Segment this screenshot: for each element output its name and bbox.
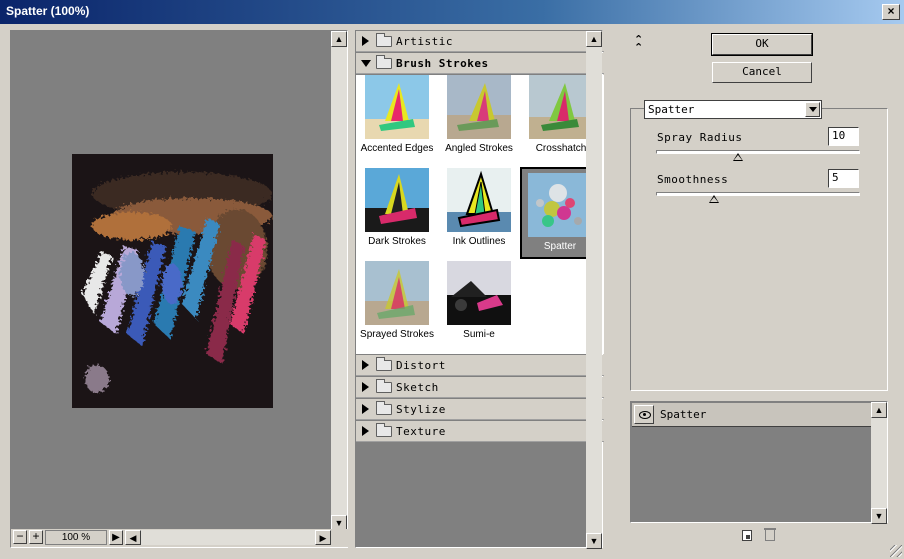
zoom-in-button[interactable]: +: [29, 530, 43, 544]
thumbnail-image: [365, 261, 429, 325]
zoom-menu-arrow[interactable]: ▶: [109, 530, 123, 545]
filter-thumb-accented-edges[interactable]: Accented Edges: [357, 75, 437, 154]
effect-layer-label: Spatter: [660, 408, 707, 421]
layers-vertical-scrollbar[interactable]: ▲ ▼: [871, 402, 887, 524]
effect-layers-panel: Spatter ▲ ▼: [630, 401, 888, 524]
filter-select-value: Spatter: [648, 103, 695, 116]
preview-vertical-scrollbar[interactable]: ▲ ▼: [331, 31, 347, 531]
folder-icon: [376, 423, 392, 437]
category-label: Artistic: [396, 35, 453, 48]
scroll-up-button[interactable]: ▲: [586, 31, 602, 47]
smoothness-slider[interactable]: [656, 192, 860, 196]
window-title: Spatter (100%): [6, 4, 90, 18]
filter-label: Ink Outlines: [452, 236, 506, 247]
filter-thumb-sumi-e[interactable]: Sumi-e: [439, 261, 519, 340]
new-layer-icon[interactable]: [742, 530, 752, 541]
ok-button[interactable]: OK: [711, 33, 813, 56]
zoom-out-button[interactable]: −: [13, 530, 27, 544]
filter-thumb-sprayed-strokes[interactable]: Sprayed Strokes: [357, 261, 437, 340]
spray-radius-slider-thumb[interactable]: [732, 153, 743, 161]
close-icon: ×: [887, 4, 895, 18]
scroll-right-button[interactable]: ▶: [315, 530, 331, 545]
filter-thumb-angled-strokes[interactable]: Angled Strokes: [439, 75, 519, 154]
preview-zoom-bar: − + 100 % ▶ ◀ ▶: [11, 529, 349, 547]
folder-icon: [376, 33, 392, 47]
thumbnail-image: [447, 75, 511, 139]
filter-label: Dark Strokes: [368, 236, 426, 247]
scroll-up-button[interactable]: ▲: [331, 31, 347, 47]
scroll-down-button[interactable]: ▼: [871, 508, 887, 524]
cancel-button[interactable]: Cancel: [712, 62, 812, 83]
folder-icon: [376, 379, 392, 393]
filter-thumb-dark-strokes[interactable]: Dark Strokes: [357, 168, 437, 247]
scroll-up-button[interactable]: ▲: [871, 402, 887, 418]
browser-vertical-scrollbar[interactable]: ▲ ▼: [586, 31, 602, 549]
category-stylize[interactable]: Stylize: [356, 399, 604, 420]
scroll-left-button[interactable]: ◀: [125, 530, 141, 545]
spray-radius-label: Spray Radius: [657, 131, 743, 144]
folder-icon: [376, 401, 392, 415]
category-label: Texture: [396, 425, 446, 438]
thumbnail-image: [447, 168, 511, 232]
thumbnail-image: [365, 75, 429, 139]
effect-layer-row[interactable]: Spatter: [632, 403, 871, 427]
category-artistic[interactable]: Artistic: [356, 31, 604, 52]
collapse-icon[interactable]: ⌃ ⌃: [634, 35, 643, 54]
category-brush-strokes[interactable]: Brush Strokes: [356, 53, 604, 74]
smoothness-input[interactable]: 5: [828, 169, 859, 188]
filter-thumb-ink-outlines[interactable]: Ink Outlines: [439, 168, 519, 247]
close-button[interactable]: ×: [882, 4, 900, 20]
preview-artwork: [72, 154, 273, 408]
filter-label: Sprayed Strokes: [360, 329, 434, 340]
preview-horizontal-scrollbar[interactable]: ◀ ▶: [125, 530, 331, 545]
thumbnail-image: [529, 75, 593, 139]
eye-icon[interactable]: [634, 405, 654, 424]
spray-radius-input[interactable]: 10: [828, 127, 859, 146]
expand-arrow-icon: [362, 360, 369, 370]
title-bar: Spatter (100%) ×: [0, 0, 904, 24]
folder-icon: [376, 357, 392, 371]
preview-image: [72, 154, 273, 408]
filter-label: Angled Strokes: [445, 143, 513, 154]
thumbnail-image: [447, 261, 511, 325]
category-label: Brush Strokes: [396, 57, 489, 70]
category-texture[interactable]: Texture: [356, 421, 604, 442]
chevron-down-icon[interactable]: [805, 102, 820, 117]
thumbnail-image: [365, 168, 429, 232]
spray-radius-slider[interactable]: [656, 150, 860, 154]
expand-arrow-icon: [362, 36, 369, 46]
category-label: Sketch: [396, 381, 439, 394]
filter-thumbnails: Accented Edges Angled Strokes Crosshatch…: [356, 75, 604, 354]
category-label: Stylize: [396, 403, 446, 416]
smoothness-slider-thumb[interactable]: [709, 195, 720, 203]
filter-select[interactable]: Spatter: [644, 100, 822, 119]
expand-arrow-icon: [362, 404, 369, 414]
filter-browser: Artistic Brush Strokes Accented Edges An…: [355, 30, 604, 549]
category-distort[interactable]: Distort: [356, 355, 604, 376]
resize-grip[interactable]: [890, 545, 902, 557]
preview-panel[interactable]: ▲ ▼ − + 100 % ▶ ◀ ▶: [10, 30, 349, 548]
filter-label: Accented Edges: [360, 143, 434, 154]
folder-icon: [376, 55, 392, 69]
smoothness-label: Smoothness: [657, 173, 729, 186]
expand-arrow-icon: [362, 426, 369, 436]
collapse-arrow-icon: [361, 60, 371, 67]
expand-arrow-icon: [362, 382, 369, 392]
category-sketch[interactable]: Sketch: [356, 377, 604, 398]
trash-icon[interactable]: [764, 528, 776, 541]
filter-label: Sumi-e: [463, 329, 495, 340]
category-label: Distort: [396, 359, 446, 372]
thumbnail-image: [528, 173, 592, 237]
zoom-level-display: 100 %: [45, 530, 107, 545]
scroll-down-button[interactable]: ▼: [586, 533, 602, 549]
